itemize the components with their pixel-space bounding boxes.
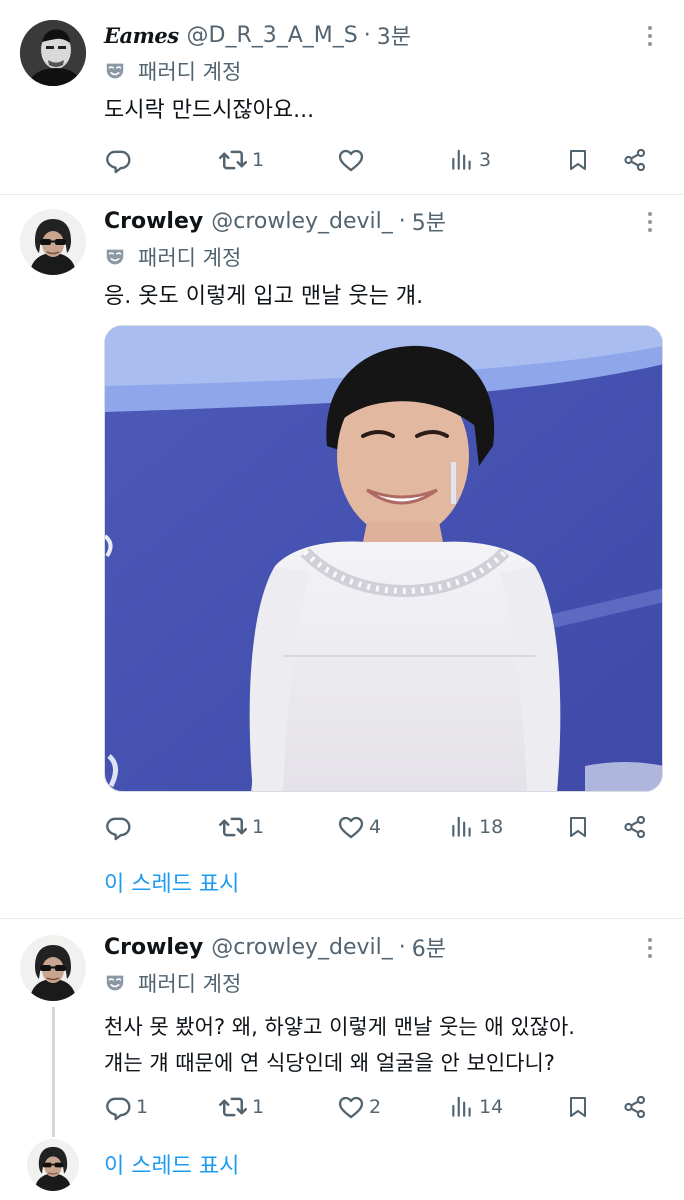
views-button[interactable]: 18 [449,807,503,847]
like-button[interactable] [337,140,369,180]
separator: · [398,934,406,960]
avatar-small[interactable] [27,1139,79,1191]
view-count: 3 [479,149,492,171]
parody-mask-icon [104,60,126,82]
parody-badge: 패러디 계정 [138,246,242,270]
share-button[interactable] [622,1087,648,1127]
views-button[interactable]: 14 [449,1087,503,1127]
tweet[interactable]: Eames @D_R_3_A_M_S · 3분 패러디 계정 도시락 만드시잖아… [0,0,684,194]
view-count: 14 [479,1096,504,1118]
retweet-count: 1 [252,816,265,838]
retweet-button[interactable]: 1 [218,1087,264,1127]
retweet-button[interactable]: 1 [218,140,264,180]
retweet-icon [218,145,248,175]
view-count: 18 [479,816,504,838]
more-icon[interactable] [646,21,654,51]
retweet-icon [218,1092,248,1122]
share-button[interactable] [622,140,648,180]
bookmark-icon [566,1094,590,1120]
like-icon [337,1093,365,1121]
separator: · [363,22,371,48]
views-icon [449,1094,475,1120]
timestamp[interactable]: 3분 [377,19,411,51]
separator: · [398,208,406,234]
tweet-text: 천사 못 봤어? 왜, 하얗고 이렇게 맨날 웃는 애 있잖아. 걔는 걔 때문… [104,1009,656,1081]
timestamp[interactable]: 6분 [412,931,446,963]
tweet-text-line: 천사 못 봤어? 왜, 하얗고 이렇게 맨날 웃는 애 있잖아. [104,1015,575,1039]
tweet-actions: 1 3 [104,140,656,180]
tweet-text: 도시락 만드시잖아요... [104,98,315,123]
views-icon [449,147,475,173]
reply-count: 1 [136,1096,149,1118]
parody-mask-icon [104,246,126,268]
display-name[interactable]: Eames [104,23,179,48]
display-name[interactable]: Crowley [104,209,203,234]
tweet-text: 응. 옷도 이렇게 입고 맨날 웃는 걔. [104,284,424,309]
thread-connector [52,1007,55,1137]
like-icon [337,813,365,841]
reply-icon [104,146,132,174]
parody-badge: 패러디 계정 [138,60,242,84]
retweet-count: 1 [252,149,265,171]
share-icon [622,814,648,840]
tweet-actions: 1 4 18 [104,807,656,847]
share-icon [622,1094,648,1120]
views-button[interactable]: 3 [449,140,491,180]
tweet-actions: 1 1 2 14 [104,1087,656,1127]
avatar[interactable] [20,20,86,86]
reply-button[interactable]: 1 [104,1087,148,1127]
display-name[interactable]: Crowley [104,935,203,960]
like-button[interactable]: 4 [337,807,381,847]
like-count: 2 [369,1096,382,1118]
parody-badge: 패러디 계정 [138,972,242,996]
like-button[interactable]: 2 [337,1087,381,1127]
bookmark-button[interactable] [566,807,590,847]
like-icon [337,146,365,174]
bookmark-icon [566,147,590,173]
retweet-count: 1 [252,1096,265,1118]
retweet-button[interactable]: 1 [218,807,264,847]
bookmark-button[interactable] [566,140,590,180]
show-thread-link[interactable]: 이 스레드 표시 [104,866,239,898]
more-icon[interactable] [646,933,654,963]
tweet-text-line: 걔는 걔 때문에 연 식당인데 왜 얼굴을 안 보인다니? [104,1051,555,1075]
reply-icon [104,1093,132,1121]
retweet-icon [218,812,248,842]
reply-button[interactable] [104,807,136,847]
username[interactable]: @crowley_devil_ [211,935,393,960]
tweet-photo[interactable] [104,325,663,792]
avatar[interactable] [20,935,86,1001]
bookmark-icon [566,814,590,840]
timestamp[interactable]: 5분 [412,205,446,237]
show-thread-link[interactable]: 이 스레드 표시 [104,1148,239,1180]
tweet[interactable]: Crowley @crowley_devil_ · 6분 패러디 계정 천사 못… [0,919,684,1200]
parody-mask-icon [104,972,126,994]
username[interactable]: @D_R_3_A_M_S [187,23,358,48]
reply-button[interactable] [104,140,136,180]
like-count: 4 [369,816,382,838]
reply-icon [104,813,132,841]
views-icon [449,814,475,840]
share-button[interactable] [622,807,648,847]
username[interactable]: @crowley_devil_ [211,209,393,234]
share-icon [622,147,648,173]
avatar[interactable] [20,209,86,275]
more-icon[interactable] [646,207,654,237]
bookmark-button[interactable] [566,1087,590,1127]
